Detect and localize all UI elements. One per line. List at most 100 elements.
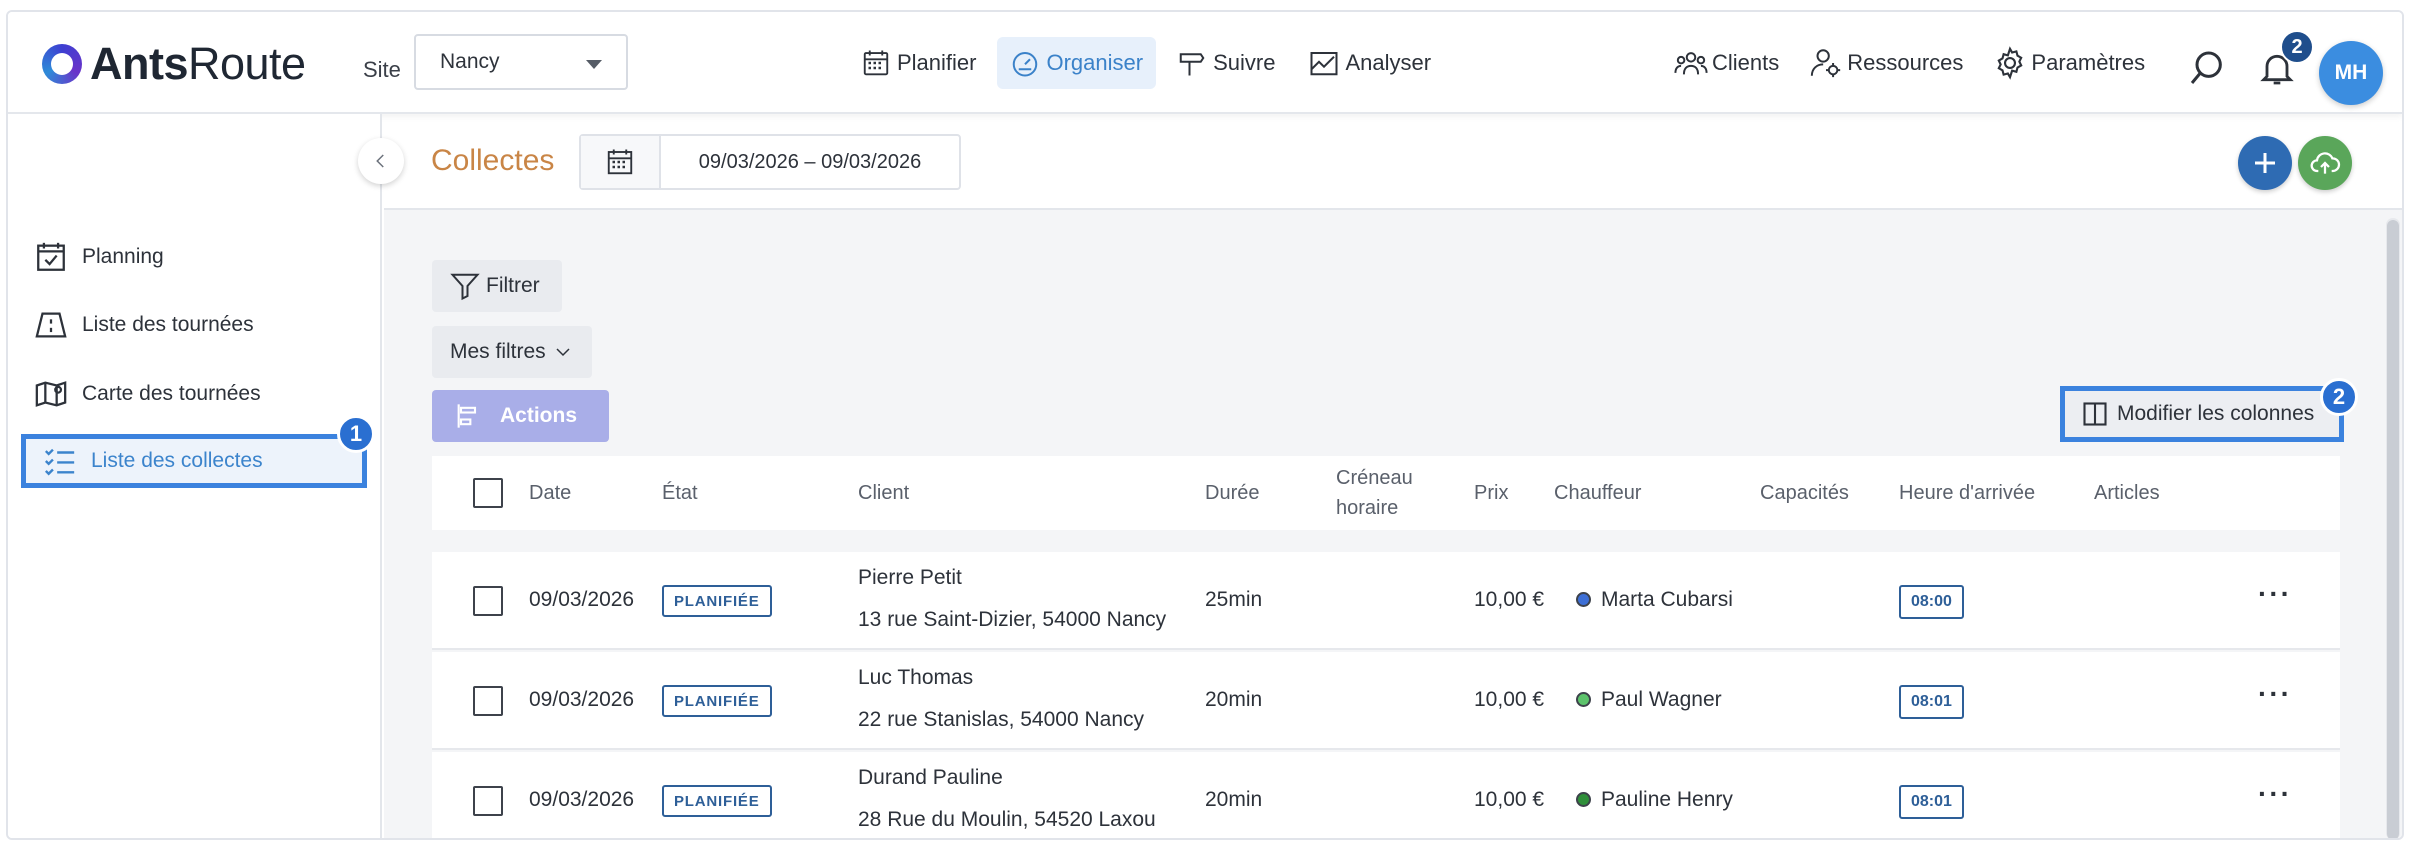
more-options-icon[interactable]: ··· xyxy=(2258,578,2292,610)
checklist-icon xyxy=(44,448,75,476)
chevron-down-icon xyxy=(556,348,570,357)
cell-duration: 25min xyxy=(1205,588,1263,611)
arrival-time-badge: 08:00 xyxy=(1899,585,1964,619)
align-icon xyxy=(457,404,477,428)
cell-client-address: 22 rue Stanislas, 54000 Nancy xyxy=(858,708,1145,731)
caret-down-icon xyxy=(586,60,602,69)
funnel-icon xyxy=(450,273,480,301)
column-header-articles[interactable]: Articles xyxy=(2094,456,2160,530)
column-header-capacites[interactable]: Capacités xyxy=(1760,456,1849,530)
modify-columns-button[interactable]: Modifier les colonnes xyxy=(2060,386,2344,442)
filter-button[interactable]: Filtrer xyxy=(432,260,562,312)
my-filters-dropdown[interactable]: Mes filtres xyxy=(432,326,592,378)
cloud-upload-icon xyxy=(2310,152,2341,174)
step-badge-1: 1 xyxy=(337,415,375,453)
upload-button[interactable] xyxy=(2298,136,2352,190)
sidebar: Planning Liste des tournées Carte des to… xyxy=(8,114,382,838)
signpost-icon xyxy=(1179,53,1205,76)
column-header-heure-arrivee[interactable]: Heure d'arrivée xyxy=(1899,456,2035,530)
columns-icon xyxy=(2083,402,2107,426)
sidebar-item-liste-tournees[interactable]: Liste des tournées xyxy=(34,300,254,350)
column-header-prix[interactable]: Prix xyxy=(1474,456,1508,530)
user-avatar[interactable]: MH xyxy=(2319,41,2383,105)
scrollbar-thumb[interactable] xyxy=(2387,220,2399,838)
select-all-checkbox[interactable] xyxy=(473,478,503,508)
cell-price: 10,00 € xyxy=(1474,688,1545,711)
add-button[interactable] xyxy=(2238,136,2292,190)
calendar-icon xyxy=(863,50,889,76)
table-row[interactable]: 09/03/2026 PLANIFIÉE Durand Pauline 28 R… xyxy=(432,752,2340,838)
cell-driver[interactable]: Paul Wagner xyxy=(1576,688,1722,712)
step-badge-2: 2 xyxy=(2320,378,2358,416)
main-content: Filtrer Mes filtres Actions Modifier les… xyxy=(384,210,2402,838)
actions-button[interactable]: Actions xyxy=(432,390,609,442)
site-label: Site xyxy=(363,57,401,82)
more-options-icon[interactable]: ··· xyxy=(2258,678,2292,710)
sidebar-item-planning[interactable]: Planning xyxy=(34,232,164,282)
top-navigation-bar: AntsRoute Site Nancy Planifier Organiser… xyxy=(8,12,2402,114)
date-range-value: 09/03/2026 – 09/03/2026 xyxy=(698,150,922,173)
gear-icon xyxy=(1997,46,2023,80)
nav-clients[interactable]: Clients xyxy=(1664,37,1789,89)
driver-color-dot xyxy=(1576,792,1591,807)
status-badge: PLANIFIÉE xyxy=(662,685,772,717)
cell-client-name: Durand Pauline xyxy=(858,766,1003,789)
nav-parametres[interactable]: Paramètres xyxy=(1983,37,2155,89)
table-row[interactable]: 09/03/2026 PLANIFIÉE Luc Thomas 22 rue S… xyxy=(432,652,2340,750)
status-badge: PLANIFIÉE xyxy=(662,585,772,617)
cell-client-name: Pierre Petit xyxy=(858,566,962,589)
sidebar-item-carte-tournees[interactable]: Carte des tournées xyxy=(34,369,261,419)
row-checkbox[interactable] xyxy=(473,786,503,816)
more-options-icon[interactable]: ··· xyxy=(2258,778,2292,810)
nav-ressources[interactable]: Ressources xyxy=(1799,37,1973,89)
cell-driver[interactable]: Pauline Henry xyxy=(1576,788,1733,812)
column-header-date[interactable]: Date xyxy=(529,456,571,530)
table-row[interactable]: 09/03/2026 PLANIFIÉE Pierre Petit 13 rue… xyxy=(432,552,2340,650)
site-select-value: Nancy xyxy=(440,50,500,73)
column-header-etat[interactable]: État xyxy=(662,456,698,530)
people-icon xyxy=(1674,52,1708,75)
user-gear-icon xyxy=(1811,49,1841,78)
cell-duration: 20min xyxy=(1205,788,1263,811)
plus-icon xyxy=(2255,153,2275,173)
column-header-creneau[interactable]: Créneau horaire xyxy=(1336,456,1426,530)
column-header-duree[interactable]: Durée xyxy=(1205,456,1259,530)
nav-planifier[interactable]: Planifier xyxy=(848,37,989,89)
route-icon xyxy=(35,312,67,338)
cell-client-name: Luc Thomas xyxy=(858,666,974,689)
nav-analyser[interactable]: Analyser xyxy=(1296,37,1444,89)
cell-date: 09/03/2026 xyxy=(529,688,635,711)
speedometer-icon xyxy=(1013,52,1038,77)
calendar-check-icon xyxy=(37,242,65,271)
sidebar-item-liste-collectes[interactable]: Liste des collectes xyxy=(21,434,367,488)
cell-price: 10,00 € xyxy=(1474,788,1545,811)
collapse-sidebar-button[interactable] xyxy=(358,138,404,184)
cell-price: 10,00 € xyxy=(1474,588,1545,611)
cell-client-address: 13 rue Saint-Dizier, 54000 Nancy xyxy=(858,608,1167,631)
chart-icon xyxy=(1310,52,1338,76)
page-title: Collectes xyxy=(431,144,555,177)
column-header-chauffeur[interactable]: Chauffeur xyxy=(1554,456,1641,530)
secondary-nav: Clients Ressources Paramètres xyxy=(1664,37,2155,89)
nav-organiser[interactable]: Organiser xyxy=(997,37,1157,89)
calendar-icon[interactable] xyxy=(581,136,661,188)
app-window: AntsRoute Site Nancy Planifier Organiser… xyxy=(6,10,2404,840)
row-checkbox[interactable] xyxy=(473,586,503,616)
cell-driver[interactable]: Marta Cubarsi xyxy=(1576,588,1733,612)
arrival-time-badge: 08:01 xyxy=(1899,785,1964,819)
date-range-picker[interactable]: 09/03/2026 – 09/03/2026 xyxy=(579,134,961,190)
arrival-time-badge: 08:01 xyxy=(1899,685,1964,719)
site-select[interactable]: Nancy xyxy=(414,34,628,90)
app-logo[interactable]: AntsRoute xyxy=(42,38,306,90)
notification-badge: 2 xyxy=(2280,30,2314,64)
search-icon[interactable] xyxy=(2187,48,2227,88)
nav-suivre[interactable]: Suivre xyxy=(1164,37,1288,89)
cell-date: 09/03/2026 xyxy=(529,788,635,811)
cell-duration: 20min xyxy=(1205,688,1263,711)
table-header: Date État Client Durée Créneau horaire P… xyxy=(432,456,2340,530)
row-checkbox[interactable] xyxy=(473,686,503,716)
map-pin-icon xyxy=(35,381,67,407)
cell-date: 09/03/2026 xyxy=(529,588,635,611)
column-header-client[interactable]: Client xyxy=(858,456,909,530)
main-nav: Planifier Organiser Suivre Analyser xyxy=(848,37,1444,89)
